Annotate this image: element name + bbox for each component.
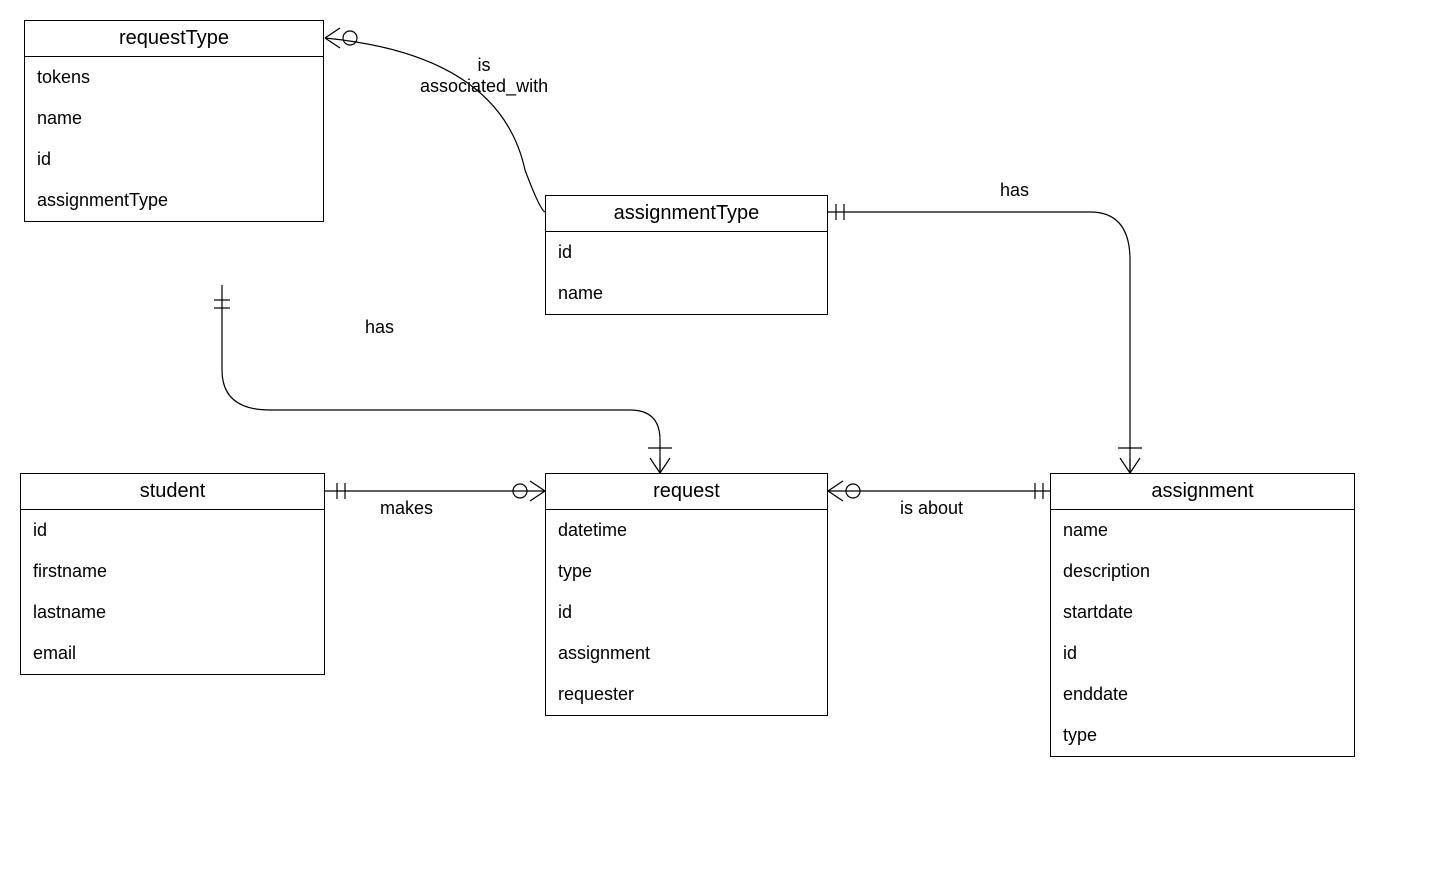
rel-label-is-associated-with: is associated_with [420, 55, 548, 97]
entity-title: request [546, 474, 827, 510]
entity-body: tokens name id assignmentType [25, 57, 323, 221]
attr: firstname [21, 551, 324, 592]
entity-title: assignment [1051, 474, 1354, 510]
entity-assignmentType[interactable]: assignmentType id name [545, 195, 828, 315]
entity-title: assignmentType [546, 196, 827, 232]
entity-requestType[interactable]: requestType tokens name id assignmentTyp… [24, 20, 324, 222]
attr: name [1051, 510, 1354, 551]
attr: datetime [546, 510, 827, 551]
attr: description [1051, 551, 1354, 592]
attr: enddate [1051, 674, 1354, 715]
attr: lastname [21, 592, 324, 633]
attr: id [21, 510, 324, 551]
entity-assignment[interactable]: assignment name description startdate id… [1050, 473, 1355, 757]
entity-body: id name [546, 232, 827, 314]
attr: type [1051, 715, 1354, 756]
attr: id [25, 139, 323, 180]
entity-body: name description startdate id enddate ty… [1051, 510, 1354, 756]
entity-body: datetime type id assignment requester [546, 510, 827, 715]
rel-label-is-about: is about [900, 498, 963, 519]
rel-label-has-2: has [365, 317, 394, 338]
attr: assignment [546, 633, 827, 674]
attr: email [21, 633, 324, 674]
attr: assignmentType [25, 180, 323, 221]
entity-body: id firstname lastname email [21, 510, 324, 674]
attr: name [546, 273, 827, 314]
entity-title: student [21, 474, 324, 510]
rel-label-has-1: has [1000, 180, 1029, 201]
attr: startdate [1051, 592, 1354, 633]
entity-student[interactable]: student id firstname lastname email [20, 473, 325, 675]
attr: id [1051, 633, 1354, 674]
attr: type [546, 551, 827, 592]
attr: id [546, 592, 827, 633]
attr: requester [546, 674, 827, 715]
rel-label-makes: makes [380, 498, 433, 519]
attr: tokens [25, 57, 323, 98]
entity-request[interactable]: request datetime type id assignment requ… [545, 473, 828, 716]
attr: id [546, 232, 827, 273]
entity-title: requestType [25, 21, 323, 57]
attr: name [25, 98, 323, 139]
